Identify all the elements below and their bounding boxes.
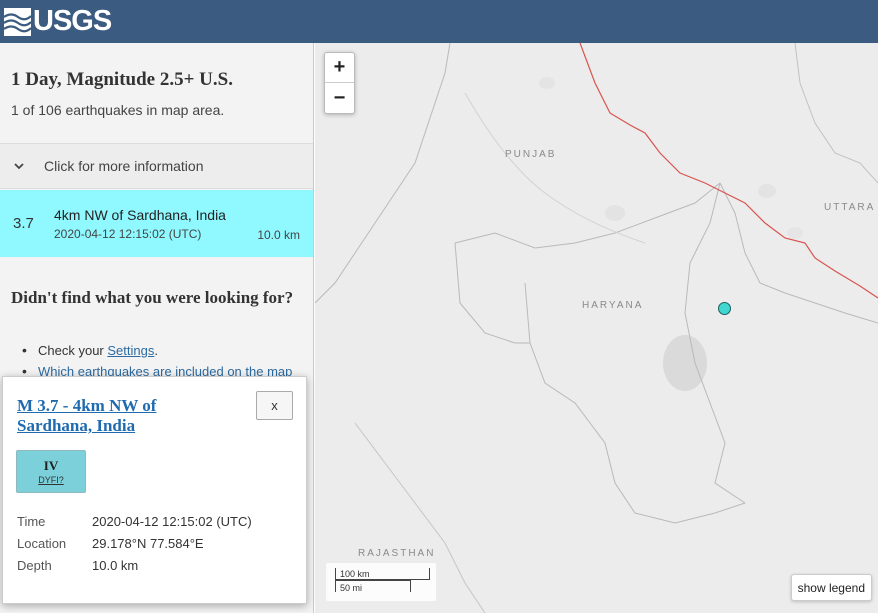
earthquake-time: 2020-04-12 12:15:02 (UTC): [54, 227, 202, 241]
popup-close-button[interactable]: x: [256, 391, 293, 420]
detail-key: Time: [17, 513, 46, 529]
detail-row-location: Location 29.178°N 77.584°E: [17, 532, 252, 554]
list-item: Check your Settings.: [22, 342, 312, 358]
earthquake-place: 4km NW of Sardhana, India: [54, 207, 226, 223]
earthquake-popup: M 3.7 - 4km NW of Sardhana, India x IV D…: [2, 376, 307, 604]
settings-link[interactable]: Settings: [107, 343, 154, 358]
detail-row-time: Time 2020-04-12 12:15:02 (UTC): [17, 510, 252, 532]
zoom-control: + −: [324, 52, 355, 114]
detail-row-depth: Depth 10.0 km: [17, 554, 252, 576]
scale-label-km: 100 km: [340, 569, 370, 579]
map-label-punjab: PUNJAB: [505, 149, 557, 160]
more-info-label: Click for more information: [44, 158, 204, 174]
show-legend-button[interactable]: show legend: [790, 574, 872, 601]
earthquake-list-item[interactable]: 3.7 4km NW of Sardhana, India 2020-04-12…: [0, 190, 313, 257]
dyfi-label: DYFI?: [38, 475, 64, 485]
chevron-down-icon: [14, 163, 24, 170]
detail-key: Location: [17, 535, 67, 551]
map-label-haryana: HARYANA: [582, 300, 644, 311]
zoom-out-button[interactable]: −: [325, 83, 354, 113]
detail-value: 2020-04-12 12:15:02 (UTC): [92, 513, 252, 529]
earthquake-magnitude: 3.7: [13, 215, 34, 232]
list-count: 1 of 106 earthquakes in map area.: [11, 102, 225, 118]
list-title: 1 Day, Magnitude 2.5+ U.S.: [11, 69, 233, 90]
usgs-logo[interactable]: USGS: [4, 0, 112, 43]
map-basemap: [315, 43, 878, 613]
usgs-wave-icon: [4, 7, 31, 36]
logo-text: USGS: [33, 5, 112, 37]
header-bar: USGS: [0, 0, 878, 43]
scale-label-mi: 50 mi: [340, 583, 363, 593]
popup-title-link[interactable]: M 3.7 - 4km NW of Sardhana, India: [17, 396, 217, 436]
dyfi-intensity: IV: [43, 458, 59, 473]
tip-prefix: Check your: [38, 343, 108, 358]
zoom-in-button[interactable]: +: [325, 53, 354, 83]
earthquake-depth: 10.0 km: [257, 228, 300, 242]
tip-suffix: .: [154, 343, 158, 358]
popup-details: Time 2020-04-12 12:15:02 (UTC) Location …: [17, 510, 252, 576]
more-info-toggle[interactable]: Click for more information: [0, 143, 313, 189]
detail-value: 29.178°N 77.584°E: [92, 535, 204, 551]
map-label-rajasthan: RAJASTHAN: [358, 548, 436, 559]
map-view[interactable]: PUNJAB HARYANA UTTARA RAJASTHAN + − 100 …: [315, 43, 878, 613]
detail-key: Depth: [17, 557, 52, 573]
scale-bar: 100 km 50 mi: [326, 563, 436, 601]
earthquake-marker[interactable]: [718, 302, 731, 315]
not-found-heading: Didn't find what you were looking for?: [11, 288, 294, 307]
dyfi-badge[interactable]: IV DYFI?: [16, 450, 86, 493]
detail-value: 10.0 km: [92, 557, 139, 573]
map-label-uttarakhand: UTTARA: [824, 202, 876, 213]
